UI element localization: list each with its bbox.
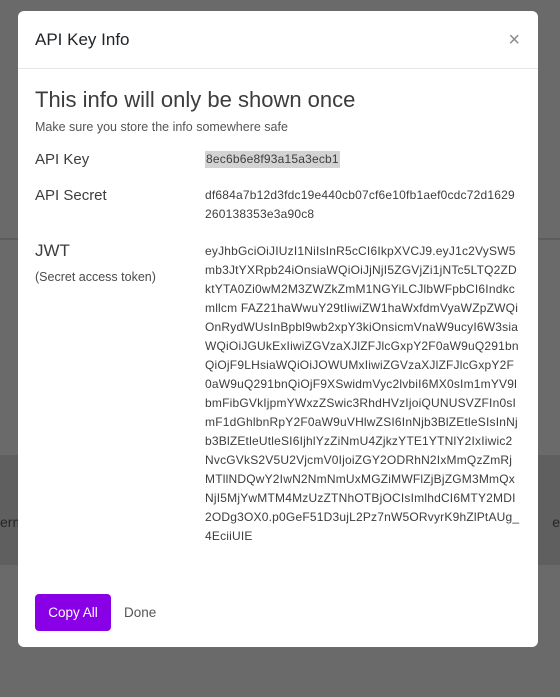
modal-subtext: Make sure you store the info somewhere s… [35,120,288,134]
api-secret-row: API Secret df684a7b12d3fdc19e440cb07cf6e… [35,186,521,224]
done-button[interactable]: Done [124,605,156,620]
modal-body: This info will only be shown once Make s… [18,69,538,546]
jwt-value[interactable]: eyJhbGciOiJIUzI1NiIsInR5cCI6IkpXVCJ9.eyJ… [205,242,520,546]
modal-title: API Key Info [35,29,130,49]
api-key-value[interactable]: 8ec6b6e8f93a15a3ecb1 [205,151,340,168]
api-key-info-modal: API Key Info × This info will only be sh… [18,11,538,647]
jwt-sublabel: (Secret access token) [35,270,156,284]
background-text-right: e [552,514,560,530]
jwt-row: JWT (Secret access token) eyJhbGciOiJIUz… [35,240,521,546]
jwt-label-group: JWT (Secret access token) [35,240,205,546]
api-key-label: API Key [35,151,90,168]
jwt-label: JWT [35,241,70,260]
modal-headline: This info will only be shown once [35,87,356,112]
api-key-row: API Key 8ec6b6e8f93a15a3ecb1 [35,150,521,170]
copy-all-button[interactable]: Copy All [35,594,111,631]
api-secret-value[interactable]: df684a7b12d3fdc19e440cb07cf6e10fb1aef0cd… [205,186,520,224]
modal-header: API Key Info × [18,11,538,69]
api-secret-label: API Secret [35,187,107,204]
modal-footer: Copy All Done [35,594,156,631]
close-icon[interactable]: × [508,30,520,50]
